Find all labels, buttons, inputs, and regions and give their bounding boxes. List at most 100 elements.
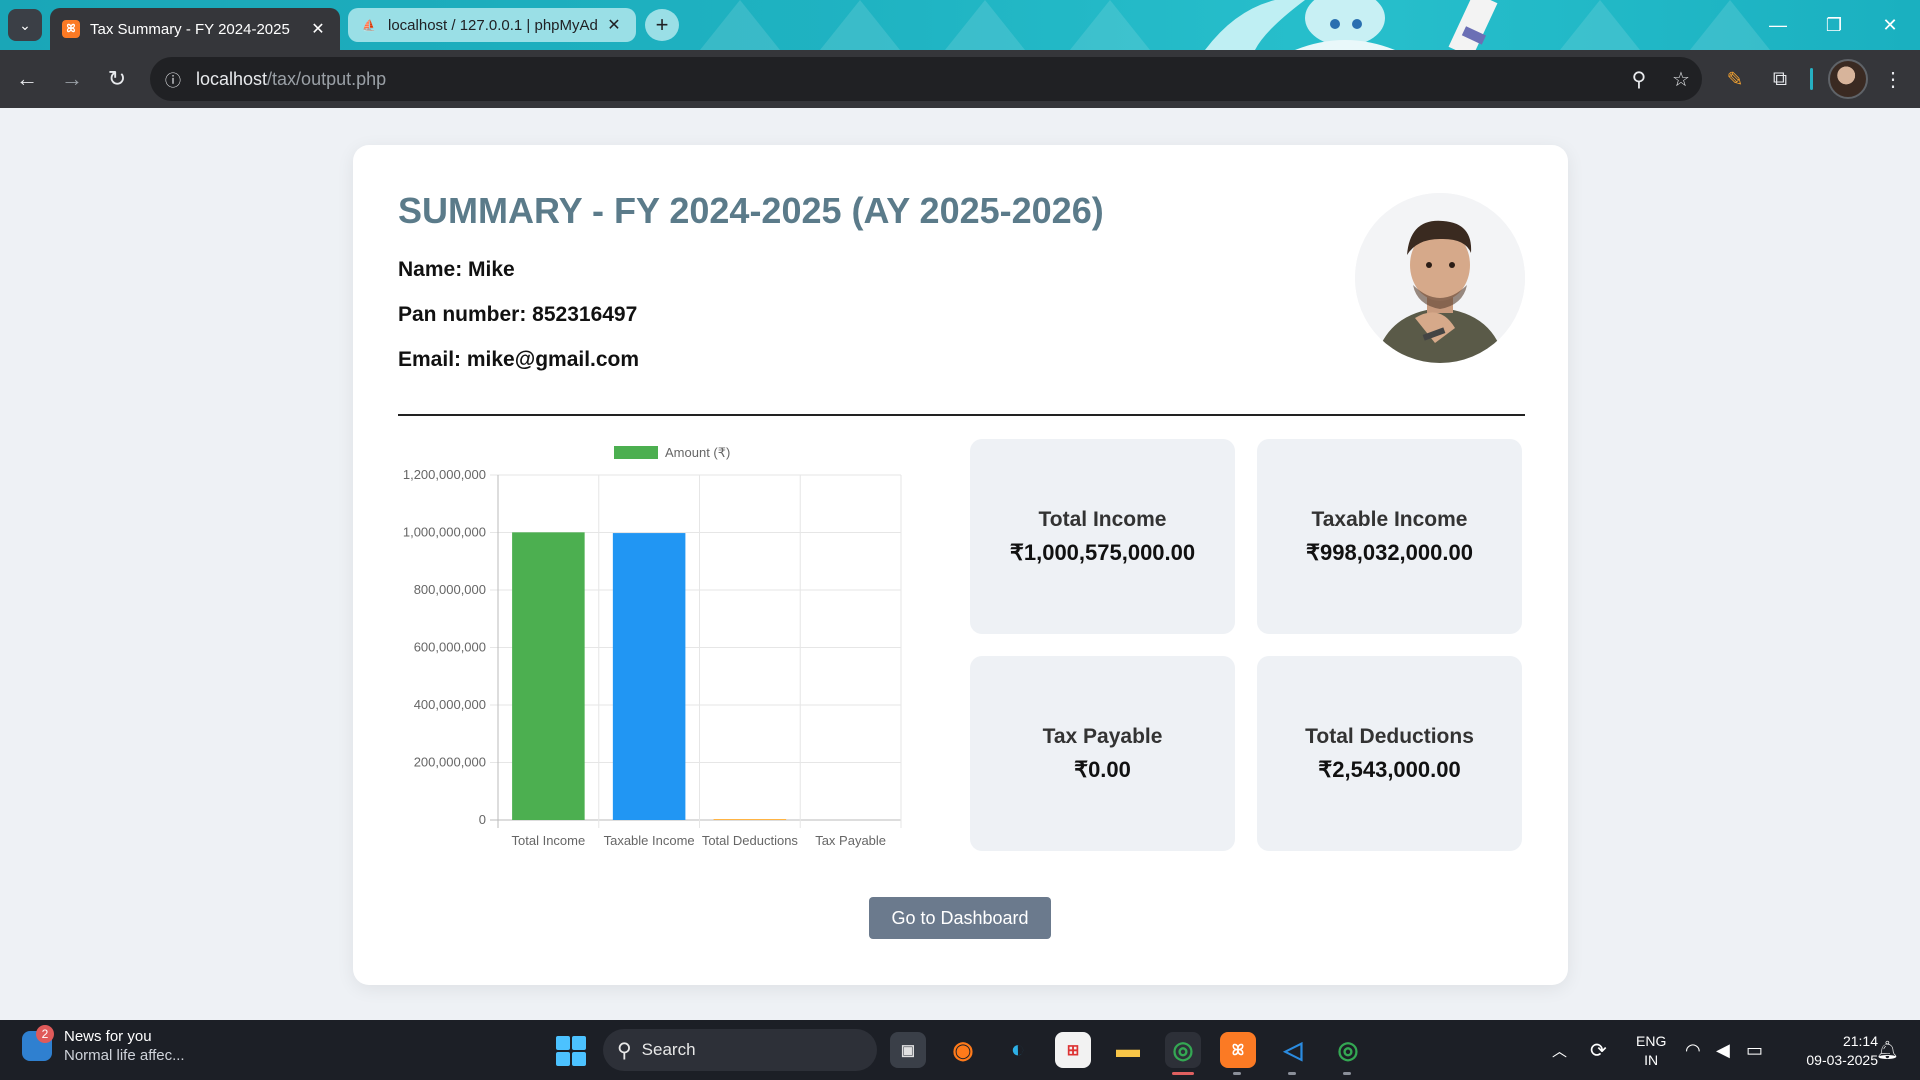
extensions-puzzle-icon[interactable]: ⧉ [1763,62,1797,96]
tab-search-button[interactable]: ⌄ [8,9,42,41]
y-tick-label: 0 [479,812,486,827]
y-tick-label: 1,000,000,000 [403,525,486,540]
stat-tax-payable: Tax Payable ₹0.00 [970,656,1235,851]
x-tick-label: Tax Payable [815,833,886,848]
decor-triangle [1560,0,1640,50]
zoom-icon[interactable]: ⚲ [1618,67,1660,92]
close-window-icon[interactable]: ✕ [1862,0,1918,50]
y-tick-label: 200,000,000 [414,755,486,770]
news-icon: 2 [22,1025,54,1061]
stat-label: Total Deductions [1305,724,1474,748]
decor-triangle [945,0,1025,50]
decor-triangle [1070,0,1150,50]
battery-icon[interactable]: ▭ [1746,1020,1763,1080]
go-to-dashboard-button[interactable]: Go to Dashboard [869,897,1051,939]
more-menu-icon[interactable]: ⋮ [1876,62,1910,96]
chart-svg: 1,200,000,000 1,000,000,000 800,000,000 600… [403,445,902,848]
search-icon: ⚲ [617,1039,632,1062]
clock-date: 09-03-2025 [1806,1052,1878,1068]
pen-extension-icon[interactable]: ✎ [1718,62,1752,96]
legend-label: Amount (₹) [665,445,730,460]
windows-taskbar: 2 News for you Normal life affec... ⚲ Se… [0,1020,1920,1080]
tab-tax-summary[interactable]: ꕤ Tax Summary - FY 2024-2025 ✕ [50,8,340,50]
stat-value: ₹1,000,575,000.00 [1009,539,1196,565]
bookmark-star-icon[interactable]: ☆ [1660,67,1702,92]
y-tick-label: 400,000,000 [414,697,486,712]
tab-phpmyadmin[interactable]: ⛵ localhost / 127.0.0.1 | phpMyAd ✕ [348,8,636,42]
x-tick-label: Total Income [512,833,586,848]
phpmyadmin-icon: ⛵ [362,19,376,32]
toolbar-divider [1810,68,1813,90]
sync-icon[interactable]: ⟳ [1590,1020,1607,1080]
news-widget[interactable]: 2 News for you Normal life affec... [22,1025,185,1064]
volume-icon[interactable]: ◀ [1716,1020,1730,1080]
edge-icon[interactable]: ◐ [1000,1032,1036,1068]
back-icon[interactable]: ← [10,62,44,96]
browser-tab-strip: ⌄ ꕤ Tax Summary - FY 2024-2025 ✕ ⛵ local… [0,0,1920,50]
x-tick-label: Total Deductions [702,833,799,848]
app-indicator [1233,1072,1241,1075]
address-bar[interactable]: ⓘ localhost/tax/output.php ⚲ ☆ [150,57,1702,101]
profile-photo [1355,193,1525,363]
chrome-icon[interactable]: ◎ [1165,1032,1201,1068]
app-indicator [1343,1072,1351,1075]
stat-total-deductions: Total Deductions ₹2,543,000.00 [1257,656,1522,851]
tab-title: localhost / 127.0.0.1 | phpMyAd [388,16,598,34]
page-title: SUMMARY - FY 2024-2025 (AY 2025-2026) [398,190,1104,231]
new-tab-button[interactable]: + [645,9,679,41]
notification-bell-icon[interactable]: 🔔︎ [1876,1020,1899,1080]
vscode-icon[interactable]: ◁ [1275,1032,1311,1068]
system-clock[interactable]: 21:14 09-03-2025 [1788,1032,1878,1070]
legend-swatch [614,446,658,459]
file-explorer-icon[interactable]: ▬ [1110,1032,1146,1068]
news-title: News for you [64,1028,152,1045]
windows-start-icon[interactable] [556,1036,586,1066]
stat-taxable-income: Taxable Income ₹998,032,000.00 [1257,439,1522,634]
y-tick-label: 1,200,000,000 [403,467,486,482]
chart-bar [612,533,686,820]
search-label: Search [641,1040,696,1059]
user-email: Email: mike@gmail.com [398,348,640,371]
active-app-indicator [1172,1072,1194,1075]
app-indicator [1288,1072,1296,1075]
amount-bar-chart: 1,200,000,000 1,000,000,000 800,000,000 600… [398,435,958,855]
tray-overflow-icon[interactable]: ︿ [1552,1020,1567,1080]
taskbar-search[interactable]: ⚲ Search [603,1029,877,1071]
wifi-icon[interactable]: ◠ [1685,1020,1701,1080]
lang-secondary: IN [1644,1052,1659,1068]
minimize-icon[interactable]: — [1750,0,1806,50]
url-text[interactable]: localhost/tax/output.php [196,69,1618,90]
forward-icon[interactable]: → [55,62,89,96]
site-info-icon[interactable]: ⓘ [150,67,196,91]
stat-total-income: Total Income ₹1,000,575,000.00 [970,439,1235,634]
chrome-profile-icon[interactable]: ◎ [1330,1032,1366,1068]
x-tick-label: Taxable Income [604,833,695,848]
stat-label: Total Income [1038,507,1167,531]
profile-avatar[interactable] [1828,59,1868,99]
close-tab-icon[interactable]: ✕ [308,19,328,39]
news-subtitle: Normal life affec... [64,1047,185,1064]
y-tick-label: 600,000,000 [414,640,486,655]
xampp-icon: ꕤ [62,20,80,38]
section-divider [398,414,1525,416]
tab-title: Tax Summary - FY 2024-2025 [90,20,290,38]
stat-value: ₹0.00 [1074,756,1131,782]
stat-label: Taxable Income [1311,507,1468,531]
restore-icon[interactable]: ❐ [1806,0,1862,50]
stat-label: Tax Payable [1042,724,1163,748]
reload-icon[interactable]: ↻ [100,62,134,96]
lang-primary: ENG [1636,1033,1667,1049]
decor-triangle [820,0,900,50]
language-indicator[interactable]: ENG IN [1636,1032,1666,1070]
firefox-icon[interactable]: ◉ [945,1032,981,1068]
close-tab-icon[interactable]: ✕ [604,15,624,35]
news-badge: 2 [36,1025,54,1043]
xampp-taskbar-icon[interactable]: ꕤ [1220,1032,1256,1068]
browser-toolbar: ← → ↻ ⓘ localhost/tax/output.php ⚲ ☆ ✎ ⧉… [0,50,1920,108]
stat-value: ₹998,032,000.00 [1306,539,1473,565]
task-view-icon[interactable]: ▣ [890,1032,926,1068]
microsoft-store-icon[interactable]: ⊞ [1055,1032,1091,1068]
summary-card: SUMMARY - FY 2024-2025 (AY 2025-2026) Na… [353,145,1568,985]
user-name: Name: Mike [398,258,515,281]
chart-bar [713,819,787,820]
